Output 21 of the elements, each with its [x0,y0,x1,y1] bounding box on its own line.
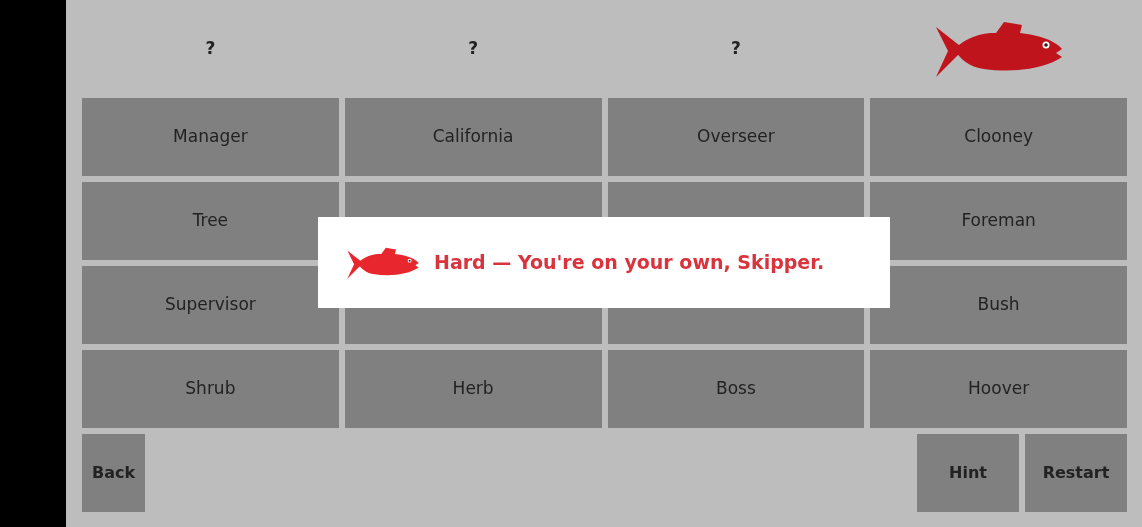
word-tile[interactable]: California [344,98,602,176]
action-button[interactable]: Hint [917,434,1019,512]
mystery-label: ? [205,37,216,61]
fish-icon [346,245,420,280]
word-tile[interactable]: Clooney [870,98,1127,176]
mystery-label: ? [468,37,479,61]
action-button[interactable]: Restart [1025,434,1127,512]
fish-icon [933,19,1064,79]
word-tile[interactable]: Tree [82,182,339,260]
toast-text: Hard — You're on your own, Skipper. [434,250,825,276]
word-tile[interactable]: Hoover [870,350,1127,428]
mystery-label: ? [730,37,741,61]
word-tile[interactable]: Herb [344,350,602,428]
word-tile[interactable]: Boss [607,350,865,428]
action-button[interactable]: Back [82,434,146,512]
word-tile[interactable]: Bush [870,266,1127,344]
word-tile[interactable]: Supervisor [82,266,339,344]
word-tile[interactable]: Manager [82,98,339,176]
word-tile[interactable]: Foreman [870,182,1127,260]
word-tile[interactable]: Shrub [82,350,339,428]
word-tile[interactable]: Overseer [607,98,865,176]
